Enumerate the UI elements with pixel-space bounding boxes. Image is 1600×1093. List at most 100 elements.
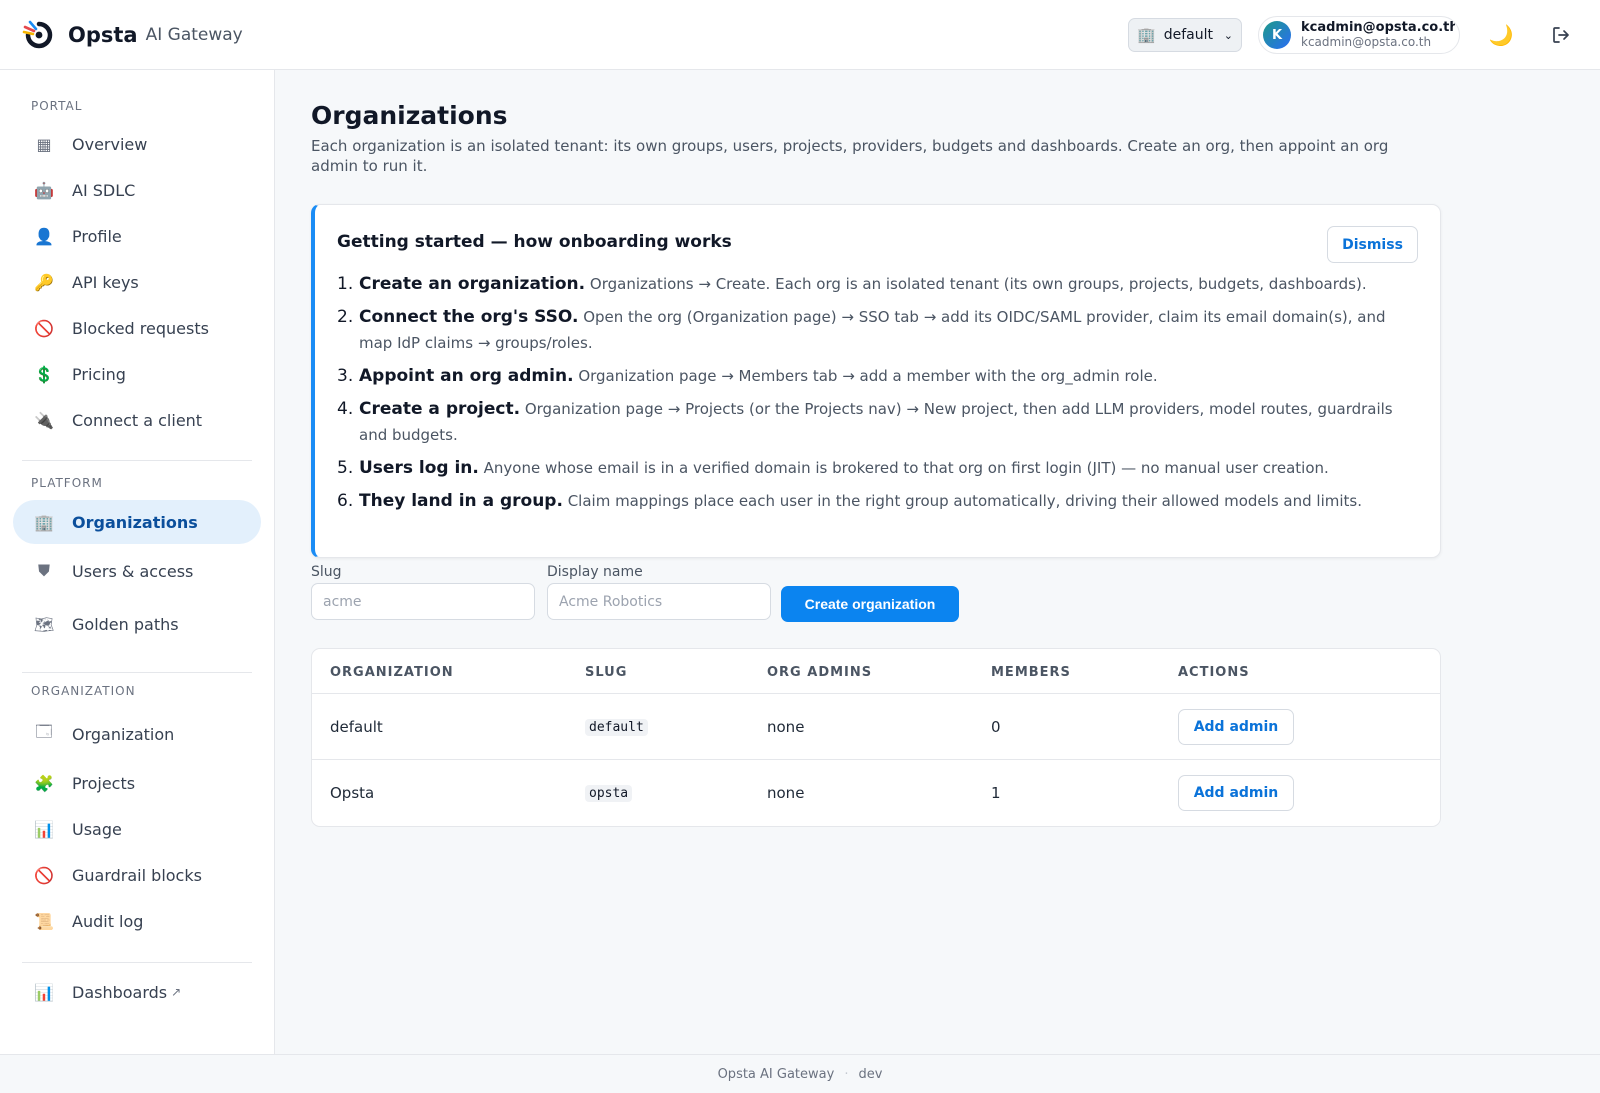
grid-icon: ▦ (36, 134, 52, 154)
dollar-icon: 💲 (34, 364, 54, 384)
sidebar-item-label: Audit log (72, 911, 144, 931)
main-content: Organizations Each organization is an is… (276, 70, 1600, 1054)
sidebar-divider (22, 672, 252, 673)
column-header-slug: SLUG (585, 665, 628, 680)
sidebar-item-projects[interactable]: 🧩 Projects (13, 761, 261, 805)
shield-icon: ⛊ (37, 561, 50, 580)
sidebar-item-label: Overview (72, 134, 148, 154)
section-label-organization: ORGANIZATION (31, 684, 136, 698)
org-selector-value: default (1163, 27, 1213, 43)
sidebar-item-label: Usage (72, 819, 122, 839)
column-header-organization: ORGANIZATION (330, 665, 454, 680)
sidebar-item-audit-log[interactable]: 📜 Audit log (13, 899, 261, 943)
sidebar-item-golden-paths[interactable]: 🗺 Golden paths (13, 602, 261, 646)
step-title: Connect the org's SSO. (359, 307, 579, 327)
table-row: Opsta opsta none 1 Add admin (312, 760, 1440, 826)
onboarding-step: 4. Create a project. Organization page →… (337, 396, 1417, 448)
sidebar-item-label: Dashboards (72, 982, 168, 1002)
table-row: default default none 0 Add admin (312, 694, 1440, 760)
brand-name: Opsta (68, 22, 138, 47)
sidebar-item-label: API keys (72, 272, 139, 292)
puzzle-icon: 🧩 (34, 773, 54, 793)
sidebar-item-guardrail-blocks[interactable]: 🚫 Guardrail blocks (13, 853, 261, 897)
sidebar-item-overview[interactable]: ▦ Overview (13, 122, 261, 166)
cell-slug: opsta (585, 784, 633, 802)
column-header-actions: ACTIONS (1178, 665, 1250, 680)
robot-icon: 🤖 (34, 180, 54, 200)
user-menu[interactable]: K kcadmin@opsta.co.th kcadmin@opsta.co.t… (1258, 16, 1460, 54)
bar-chart-icon: 📊 (34, 819, 54, 839)
sidebar-item-ai-sdlc[interactable]: 🤖 AI SDLC (13, 168, 261, 212)
cell-slug: default (585, 718, 648, 736)
page-description: Each organization is an isolated tenant:… (311, 137, 1389, 175)
bar-chart-icon: 📊 (34, 982, 54, 1002)
sidebar-item-users-access[interactable]: ⛊ Users & access (13, 549, 261, 593)
window-icon: 🗔 (35, 721, 53, 741)
building-icon: 🏢 (34, 512, 54, 532)
slug-field-group: Slug (311, 564, 535, 620)
user-icon: 👤 (34, 226, 54, 246)
opsta-logo-icon (22, 20, 53, 48)
external-link-icon: ↗ (171, 985, 182, 999)
cell-organization: default (330, 718, 383, 736)
scroll-icon: 📜 (34, 911, 54, 931)
sidebar-item-label: Blocked requests (72, 318, 209, 338)
logout-icon[interactable] (1544, 18, 1578, 52)
sidebar-item-label: Organization (72, 724, 175, 744)
step-title: Create a project. (359, 399, 521, 419)
onboarding-step: 5. Users log in. Anyone whose email is i… (337, 455, 1417, 481)
page-title: Organizations (311, 101, 508, 130)
sidebar-item-pricing[interactable]: 💲 Pricing (13, 352, 261, 396)
footer-separator: · (844, 1066, 849, 1082)
display-name-field-group: Display name (547, 564, 771, 620)
create-organization-button[interactable]: Create organization (781, 586, 959, 622)
sidebar-divider (22, 962, 252, 963)
add-admin-button[interactable]: Add admin (1178, 709, 1294, 745)
step-title: Create an organization. (359, 274, 586, 294)
onboarding-step: 3. Appoint an org admin. Organization pa… (337, 363, 1417, 389)
map-icon: 🗺 (33, 614, 55, 634)
step-text: Organization page → Members tab → add a … (573, 367, 1158, 385)
section-label-platform: PLATFORM (31, 476, 103, 490)
user-email: kcadmin@opsta.co.th (1301, 34, 1432, 49)
org-selector[interactable]: 🏢 default ⌄ (1128, 18, 1242, 52)
organizations-table: ORGANIZATION SLUG ORG ADMINS MEMBERS ACT… (311, 648, 1441, 827)
sidebar-item-label: Users & access (72, 561, 194, 581)
sidebar-item-organizations[interactable]: 🏢 Organizations (13, 500, 261, 544)
sidebar-item-label: Golden paths (72, 614, 179, 634)
plug-icon: 🔌 (34, 410, 54, 430)
sidebar-item-connect-a-client[interactable]: 🔌 Connect a client (13, 398, 261, 442)
dismiss-button[interactable]: Dismiss (1327, 226, 1418, 263)
step-title: Users log in. (359, 458, 479, 478)
step-text: Anyone whose email is in a verified doma… (478, 459, 1329, 477)
cell-org-admins: none (767, 784, 805, 802)
brand[interactable]: Opsta AI Gateway (22, 18, 243, 52)
onboarding-step: 1. Create an organization. Organizations… (337, 271, 1417, 297)
sidebar: PORTAL ▦ Overview 🤖 AI SDLC 👤 Profile 🔑 … (0, 70, 275, 1054)
sidebar-item-organization[interactable]: 🗔 Organization (13, 712, 261, 756)
key-icon: 🔑 (34, 272, 54, 292)
step-number: 5. (337, 458, 354, 478)
create-org-form: Slug Display name Create organization (311, 564, 1011, 624)
user-name: kcadmin@opsta.co.th (1301, 21, 1455, 36)
sidebar-item-usage[interactable]: 📊 Usage (13, 807, 261, 851)
cell-members: 1 (991, 784, 1001, 802)
top-bar: Opsta AI Gateway 🏢 default ⌄ K kcadmin@o… (0, 0, 1600, 70)
sidebar-item-profile[interactable]: 👤 Profile (13, 214, 261, 258)
sidebar-item-label: Profile (72, 226, 122, 246)
brand-subtitle: AI Gateway (145, 24, 243, 45)
sidebar-item-dashboards[interactable]: 📊 Dashboards ↗ (13, 970, 261, 1014)
add-admin-button[interactable]: Add admin (1178, 775, 1294, 811)
sidebar-item-blocked-requests[interactable]: 🚫 Blocked requests (13, 306, 261, 350)
onboarding-title: Getting started — how onboarding works (337, 232, 732, 252)
building-icon: 🏢 (1137, 26, 1156, 44)
footer-environment: dev (858, 1066, 883, 1082)
slug-input[interactable] (311, 583, 535, 620)
moon-icon[interactable]: 🌙 (1484, 18, 1518, 52)
display-name-input[interactable] (547, 583, 771, 620)
sidebar-item-api-keys[interactable]: 🔑 API keys (13, 260, 261, 304)
blocked-icon: 🚫 (34, 865, 54, 885)
sidebar-divider (22, 460, 252, 461)
sidebar-item-label: AI SDLC (72, 180, 136, 200)
chevron-down-icon: ⌄ (1223, 28, 1233, 42)
